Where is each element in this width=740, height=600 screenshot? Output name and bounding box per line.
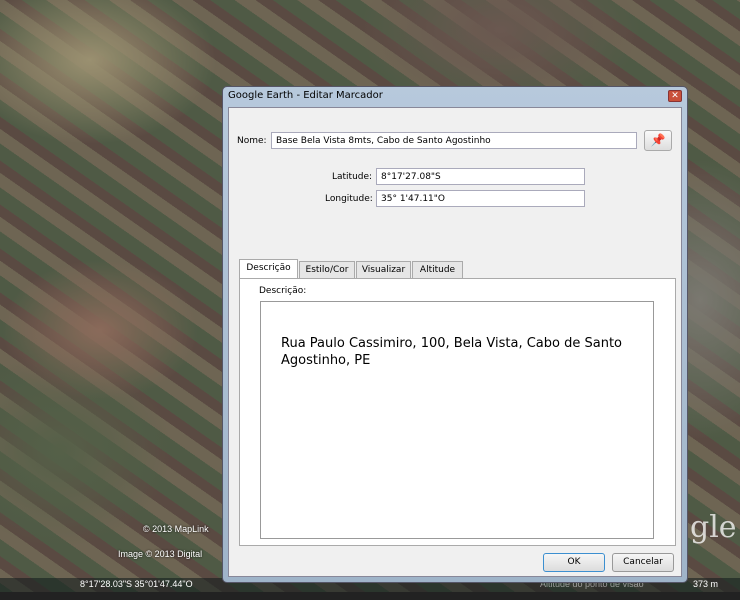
longitude-label: Longitude: (325, 194, 373, 204)
copyright-imagery: Image © 2013 Digital (118, 549, 203, 559)
google-logo: gle (690, 510, 737, 545)
latitude-input[interactable]: 8°17'27.08"S (376, 168, 585, 185)
ok-button[interactable]: OK (543, 553, 605, 572)
cancel-button[interactable]: Cancelar (612, 553, 674, 572)
tab-visualizar[interactable]: Visualizar (356, 261, 411, 278)
tab-estilo-cor[interactable]: Estilo/Cor (299, 261, 355, 278)
longitude-input[interactable]: 35° 1'47.11"O (376, 190, 585, 207)
edit-placemark-dialog: Google Earth - Editar Marcador ✕ Nome: B… (222, 86, 688, 583)
tab-descricao[interactable]: Descrição (239, 259, 298, 279)
description-panel: Descrição: Rua Paulo Cassimiro, 100, Bel… (239, 278, 676, 546)
description-textarea[interactable]: Rua Paulo Cassimiro, 100, Bela Vista, Ca… (260, 301, 654, 539)
tab-altitude[interactable]: Altitude (412, 261, 463, 278)
status-coordinates: 8°17'28.03"S 35°01'47.44"O (80, 579, 193, 589)
dialog-title: Google Earth - Editar Marcador (228, 90, 383, 101)
name-input[interactable]: Base Bela Vista 8mts, Cabo de Santo Agos… (271, 132, 637, 149)
copyright-maplink: © 2013 MapLink (143, 524, 209, 534)
status-altitude-value: 373 m (693, 579, 719, 589)
description-label: Descrição: (259, 286, 307, 296)
close-icon[interactable]: ✕ (668, 90, 682, 102)
pushpin-icon-button[interactable]: 📌 (644, 130, 672, 151)
latitude-label: Latitude: (332, 172, 373, 182)
name-label: Nome: (237, 136, 267, 146)
bottom-toolbar (0, 592, 740, 600)
